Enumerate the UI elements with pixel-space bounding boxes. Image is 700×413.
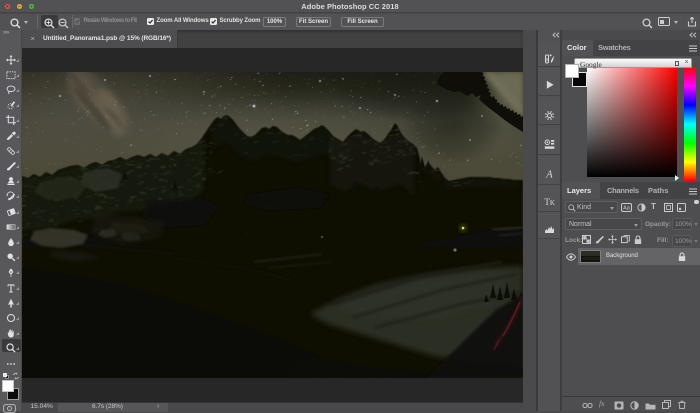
svg-text:TK: TK	[544, 197, 555, 207]
svg-text:A: A	[545, 169, 553, 179]
svg-text:Aa: Aa	[623, 205, 631, 211]
